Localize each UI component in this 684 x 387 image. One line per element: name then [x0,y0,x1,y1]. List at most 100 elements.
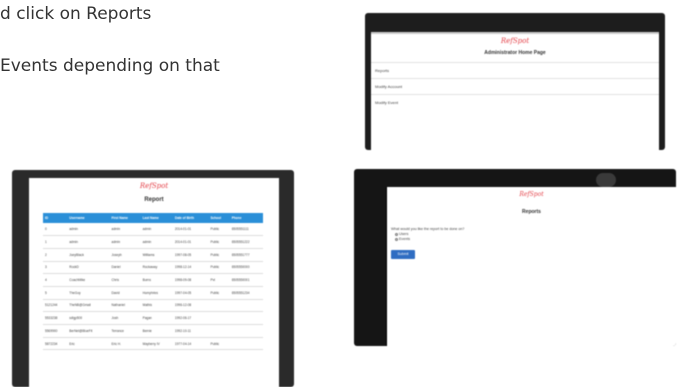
table-cell: 1992-10-11 [172,324,209,338]
table-cell: Williams [140,248,173,262]
table-cell: 4 [43,273,68,287]
table-cell: Mathis [140,299,173,313]
table-row: 3 RockD Daniel Rockaway 1998-12-14 Public 6505… [43,261,263,275]
table-cell: 1998-09-08 [172,273,209,287]
app-logo: RefSpot [519,191,544,198]
table-cell: 1997-04-05 [172,286,209,300]
table-cell: 2 [43,248,68,262]
table-cell: 1992-06-17 [172,311,209,325]
table-cell: Public [208,286,230,300]
table-cell: TheGuy [67,286,110,300]
table-cell: admin [140,235,173,249]
report-table: ID Username First Name Last Name Date of… [43,213,263,351]
table-row: 0 admin admin admin 2014-01-01 Public 65055511… [43,223,263,237]
table-cell: Mayberry IV [140,337,173,351]
table-cell: 5569900 [43,324,68,338]
table-cell: JoeyBlack [67,248,110,262]
table-cell: Rockaway [140,261,173,275]
table-header-row: ID Username First Name Last Name Date of… [43,213,263,223]
table-cell: Terrance [109,324,141,338]
table-cell: Eric H. [109,337,141,351]
table-cell: RockD [67,261,110,275]
table-row: 5533238 sdlgp500 Josh Pagan 1992-06-17 [43,311,263,325]
table-cell [208,324,230,338]
table-cell: CoachMike [67,273,110,287]
report-screen: RefSpot Report ID Username First Name La… [29,178,279,387]
table-cell: Pagan [140,311,173,325]
table-cell: Public [208,235,230,249]
table-cell: admin [109,223,141,237]
table-cell: Bernie [140,324,173,338]
table-cell [208,299,230,313]
table-cell: Nathaniel [109,299,141,313]
admin-link-reports[interactable]: Reports [371,62,659,78]
table-cell: admin [67,235,110,249]
table-cell [208,311,230,325]
table-cell: 5872234 [43,337,68,351]
radio-option-events[interactable]: Events [387,237,676,242]
column-header: School [208,213,230,223]
table-cell: Joseph [109,248,141,262]
table-row: 4 CoachMike Chris Burns 1998-09-08 Pvt 6505550… [43,273,263,287]
radio-label: Events [399,237,410,241]
admin-link-modify-account[interactable]: Modify Account [371,78,659,94]
column-header: Username [67,213,110,223]
table-cell: Public [208,337,230,351]
instruction-line-1: d click on Reports [0,4,152,24]
table-cell: sdlgp500 [67,311,110,325]
table-cell [229,299,263,313]
table-cell [229,311,263,325]
reports-screen: RefSpot Reports What would you like the … [386,187,676,346]
device-camera [596,173,616,187]
table-cell: 6505551111 [229,223,263,237]
table-cell: Eric [67,337,110,351]
table-cell: 0 [43,223,68,237]
table-row: 5872234 Eric Eric H. Mayberry IV 1977-04-14 P… [43,337,263,351]
column-header: First Name [109,213,141,223]
table-row: 1 admin admin admin 2014-01-01 Public 65055512… [43,235,263,249]
admin-home-screenshot: RefSpot Administrator Home Page Reports … [365,13,665,150]
table-cell: 6505551777 [229,248,263,262]
table-cell: 6505550001 [229,273,263,287]
submit-button[interactable]: Submit [391,250,415,259]
admin-home-screen: RefSpot Administrator Home Page Reports … [371,32,659,150]
table-cell: 5 [43,286,68,300]
table-cell: 3 [43,261,68,275]
page-title: Report [144,197,164,203]
column-header: ID [43,213,68,223]
table-cell [229,337,263,351]
report-table-body: 0 admin admin admin 2014-01-01 Public 65055511… [43,223,263,351]
report-screenshot: RefSpot Report ID Username First Name La… [12,170,294,387]
table-cell: 6505550000 [229,261,263,275]
radio-icon[interactable] [395,237,398,241]
table-cell: Josh [109,311,141,325]
page-title: Reports [522,209,541,215]
table-cell: 1997-08-05 [172,248,209,262]
column-header: Phone [229,213,263,223]
table-cell: Public [208,261,230,275]
table-cell: 1977-04-14 [172,337,209,351]
table-cell: 1996-12-08 [172,299,209,313]
table-cell: 1998-12-14 [172,261,209,275]
radio-icon[interactable] [395,232,398,236]
table-cell: Humphries [140,286,173,300]
admin-link-modify-event[interactable]: Modify Event [371,94,659,110]
table-cell: David [109,286,141,300]
table-cell: BerNet@BlueFit [67,324,110,338]
table-cell: TheNB@Gmail [67,299,110,313]
table-cell: 1 [43,235,68,249]
app-logo: RefSpot [139,182,169,190]
table-cell: Public [208,248,230,262]
table-row: 5569900 BerNet@BlueFit Terrance Bernie 1992-… [43,324,263,338]
instruction-line-2: Events depending on that [0,56,220,76]
table-cell: 5121244 [43,299,68,313]
table-cell: Burns [140,273,173,287]
table-cell [229,324,263,338]
radio-label: Users [399,232,409,236]
table-cell: Public [208,223,230,237]
table-cell: admin [67,223,110,237]
table-cell: 2014-01-01 [172,223,209,237]
table-cell: Daniel [109,261,141,275]
table-row: 5121244 TheNB@Gmail Nathaniel Mathis 1996-12… [43,299,263,313]
table-cell: 6505551234 [229,286,263,300]
